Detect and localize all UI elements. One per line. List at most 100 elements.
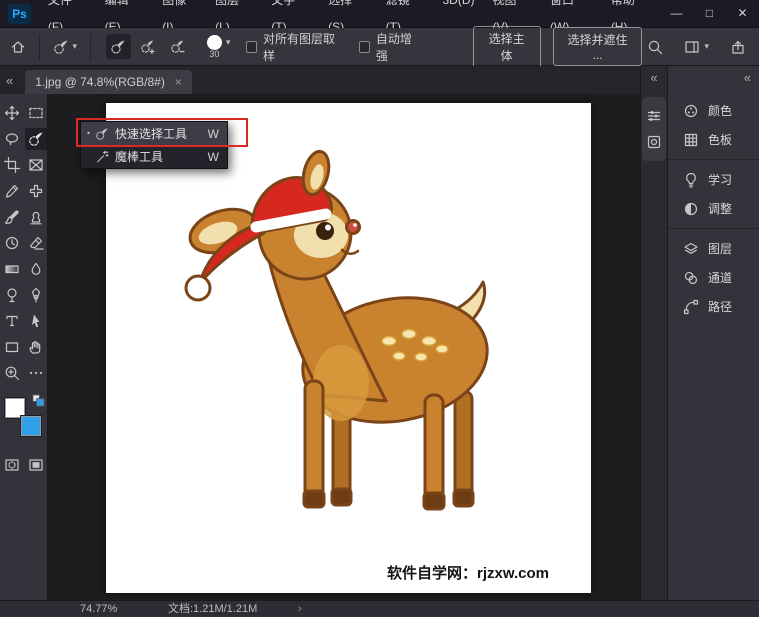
path-selection-tool[interactable] bbox=[25, 310, 47, 332]
type-icon bbox=[4, 313, 20, 329]
tool-preset-dropdown[interactable]: ▾ bbox=[49, 36, 82, 58]
lightbulb-icon bbox=[683, 172, 699, 188]
clone-stamp-icon bbox=[28, 209, 44, 225]
tab-close-icon[interactable]: × bbox=[175, 75, 182, 89]
collapsed-panel-group bbox=[642, 97, 666, 161]
properties-panel-button[interactable] bbox=[642, 103, 666, 129]
panel-item-layers[interactable]: 图层 bbox=[668, 234, 759, 263]
healing-brush-tool[interactable] bbox=[25, 180, 47, 202]
panel-item-swatches[interactable]: 色板 bbox=[668, 125, 759, 154]
eyedropper-icon bbox=[4, 183, 20, 199]
expand-panels-icon[interactable]: « bbox=[641, 70, 667, 85]
minimize-button[interactable]: — bbox=[660, 0, 693, 27]
panel-item-adjustments[interactable]: 调整 bbox=[668, 194, 759, 223]
move-tool[interactable] bbox=[1, 102, 23, 124]
collapse-left-icon[interactable]: « bbox=[6, 73, 13, 88]
caret-down-icon: ▾ bbox=[73, 41, 78, 52]
select-and-mask-button[interactable]: 选择并遮住 ... bbox=[553, 27, 643, 66]
panel-item-learn[interactable]: 学习 bbox=[668, 165, 759, 194]
type-tool[interactable] bbox=[1, 310, 23, 332]
foreground-color-swatch[interactable] bbox=[5, 398, 25, 418]
zoom-level[interactable]: 74.77% bbox=[80, 601, 117, 617]
pen-icon bbox=[28, 287, 44, 303]
select-subject-button[interactable]: 选择主体 bbox=[473, 26, 541, 68]
hand-icon bbox=[28, 339, 44, 355]
frame-tool[interactable] bbox=[25, 154, 47, 176]
checkbox-box-icon bbox=[359, 41, 370, 53]
divider bbox=[90, 34, 91, 60]
hand-tool[interactable] bbox=[25, 336, 47, 358]
status-expand-icon[interactable]: › bbox=[298, 601, 302, 617]
share-button[interactable] bbox=[725, 34, 751, 60]
background-color-swatch[interactable] bbox=[21, 416, 41, 436]
subtract-from-selection-icon bbox=[170, 39, 186, 55]
checkbox-box-icon bbox=[246, 41, 257, 53]
toolbar-bottom bbox=[1, 454, 47, 476]
screen-mode-button[interactable] bbox=[25, 454, 47, 476]
panel-item-color[interactable]: 颜色 bbox=[668, 96, 759, 125]
document-canvas[interactable]: 软件自学网：rjzxw.com bbox=[106, 103, 591, 593]
auto-enhance-checkbox[interactable]: 自动增强 bbox=[359, 30, 416, 64]
brush-icon bbox=[4, 209, 20, 225]
brush-tool[interactable] bbox=[1, 206, 23, 228]
blur-tool[interactable] bbox=[25, 258, 47, 280]
panel-item-paths[interactable]: 路径 bbox=[668, 292, 759, 321]
color-swatches bbox=[3, 394, 45, 440]
channels-panel-icon bbox=[683, 270, 699, 286]
marquee-icon bbox=[28, 105, 44, 121]
flyout-item-shortcut: W bbox=[208, 127, 219, 141]
add-to-selection-button[interactable] bbox=[136, 34, 161, 59]
quick-selection-icon bbox=[28, 131, 44, 147]
shape-tool[interactable] bbox=[1, 336, 23, 358]
panel-list: 颜色 色板 学习 调整 图层 通道 bbox=[668, 96, 759, 321]
document-tab-bar: « 1.jpg @ 74.8%(RGB/8#) × bbox=[0, 66, 640, 94]
gradient-tool[interactable] bbox=[1, 258, 23, 280]
maximize-button[interactable]: □ bbox=[693, 0, 726, 27]
ellipsis-icon bbox=[28, 365, 44, 381]
lasso-tool[interactable] bbox=[1, 128, 23, 150]
default-colors-icon[interactable] bbox=[32, 394, 45, 410]
dodge-tool[interactable] bbox=[1, 284, 23, 306]
eraser-tool[interactable] bbox=[25, 232, 47, 254]
brush-tip-preview bbox=[207, 35, 222, 50]
history-brush-tool[interactable] bbox=[1, 232, 23, 254]
sample-all-layers-checkbox[interactable]: 对所有图层取样 bbox=[246, 30, 335, 64]
panel-item-channels[interactable]: 通道 bbox=[668, 263, 759, 292]
document-size-info: 文档:1.21M/1.21M bbox=[168, 601, 257, 617]
collapse-panels-icon[interactable]: « bbox=[744, 70, 751, 85]
marquee-tool[interactable] bbox=[25, 102, 47, 124]
zoom-icon bbox=[4, 365, 20, 381]
panel-dock: « 颜色 色板 学习 调整 图层 bbox=[667, 66, 759, 600]
brush-size-dropdown[interactable]: ▾ 30 bbox=[207, 35, 231, 59]
quick-mask-button[interactable] bbox=[1, 454, 23, 476]
crop-icon bbox=[4, 157, 20, 173]
flyout-item-magic-wand[interactable]: 魔棒工具 W bbox=[81, 145, 227, 168]
quick-selection-icon bbox=[53, 39, 69, 55]
tools-panel bbox=[0, 94, 48, 600]
color-panel-icon bbox=[683, 103, 699, 119]
edit-toolbar-button[interactable] bbox=[25, 362, 47, 384]
new-selection-button[interactable] bbox=[106, 34, 131, 59]
pen-tool[interactable] bbox=[25, 284, 47, 306]
close-button[interactable]: ✕ bbox=[726, 0, 759, 27]
quick-selection-icon bbox=[93, 127, 111, 141]
zoom-tool[interactable] bbox=[1, 362, 23, 384]
screen-mode-icon bbox=[28, 457, 44, 473]
crop-tool[interactable] bbox=[1, 154, 23, 176]
libraries-panel-button[interactable] bbox=[642, 129, 666, 155]
search-button[interactable] bbox=[642, 34, 668, 60]
quick-selection-tool[interactable] bbox=[25, 128, 47, 150]
clone-stamp-tool[interactable] bbox=[25, 206, 47, 228]
adjustments-panel-icon bbox=[683, 201, 699, 217]
workspace-switcher-button[interactable]: ▾ bbox=[680, 36, 713, 58]
healing-patch-icon bbox=[28, 183, 44, 199]
auto-enhance-label: 自动增强 bbox=[376, 30, 417, 64]
flyout-item-quick-selection[interactable]: ▪ 快速选择工具 W bbox=[81, 122, 227, 145]
eyedropper-tool[interactable] bbox=[1, 180, 23, 202]
workspace-layout-icon bbox=[684, 39, 700, 55]
paths-panel-icon bbox=[683, 299, 699, 315]
document-tab[interactable]: 1.jpg @ 74.8%(RGB/8#) × bbox=[25, 70, 192, 94]
dodge-icon bbox=[4, 287, 20, 303]
home-button[interactable] bbox=[7, 34, 30, 60]
subtract-from-selection-button[interactable] bbox=[166, 34, 191, 59]
